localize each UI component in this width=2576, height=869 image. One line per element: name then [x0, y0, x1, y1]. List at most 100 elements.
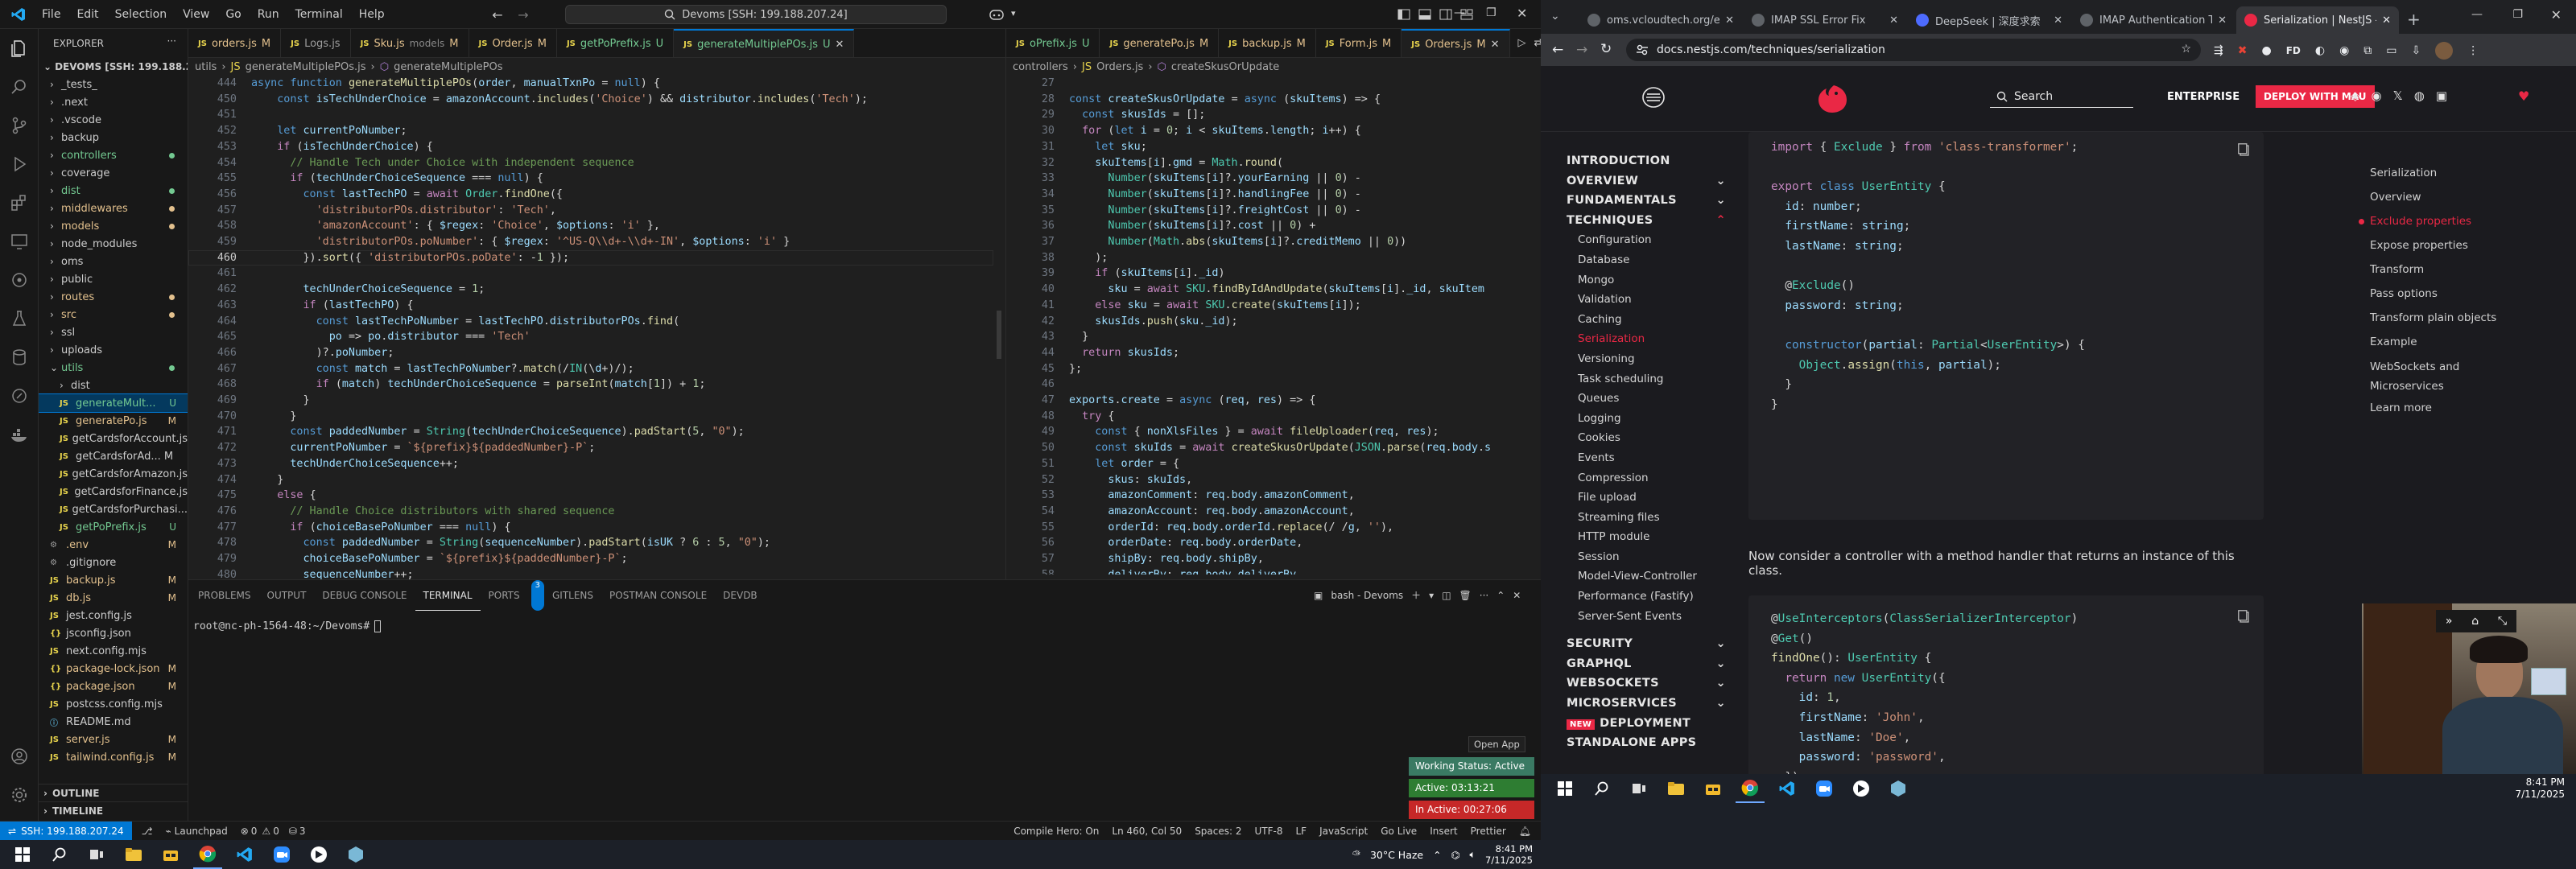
notifications-bell-icon[interactable]: 🔔︎ [1519, 826, 1531, 837]
file-item[interactable]: JS next.config.mjs [39, 642, 188, 660]
chrome-icon[interactable] [1736, 774, 1765, 803]
breadcrumb-item[interactable]: generateMultiplePOs [394, 61, 502, 73]
sidebar-icon[interactable]: ▭ [2386, 44, 2396, 57]
folder-item[interactable]: › coverage [39, 164, 188, 182]
toc-link[interactable]: Serialization [2357, 161, 2534, 185]
toc-link[interactable]: Microservices [2357, 377, 2534, 396]
cursor-position[interactable]: Ln 460, Col 50 [1112, 826, 1182, 837]
kebab-menu-icon[interactable]: ⋮ [2467, 44, 2479, 57]
chevron-down-icon[interactable]: ▾ [1011, 8, 1016, 19]
folder-item[interactable]: › _tests_ [39, 76, 188, 93]
file-item[interactable]: JS backup.js M [39, 571, 188, 589]
github-icon[interactable]: ◉ [2372, 89, 2382, 103]
docker-icon[interactable] [0, 415, 38, 454]
extensions-icon[interactable] [0, 183, 38, 222]
toggle-secondary-sidebar-icon[interactable] [1439, 8, 1452, 21]
more-actions-icon[interactable]: ··· [1480, 590, 1488, 601]
open-app-button[interactable]: Open App [1468, 736, 1525, 752]
bookmark-star-icon[interactable]: ☆ [2181, 43, 2191, 56]
file-item[interactable]: JS generatePo.js M [39, 412, 188, 430]
file-item[interactable]: JS getCardsforFinance.js [39, 483, 188, 500]
menu-help[interactable]: Help [351, 0, 393, 29]
nav-section[interactable]: OVERVIEW ⌄ [1567, 171, 1728, 192]
nav-link[interactable]: Events [1567, 448, 1728, 468]
kill-terminal-icon[interactable]: 🗑︎ [1459, 590, 1472, 601]
close-tab-icon[interactable]: ✕ [1491, 39, 1500, 51]
breadcrumb-item[interactable]: controllers [1013, 61, 1068, 73]
language-mode[interactable]: JavaScript [1319, 826, 1368, 837]
back-arrow-icon[interactable]: ← [489, 6, 506, 23]
menu-go[interactable]: Go [217, 0, 249, 29]
nestjs-logo-icon[interactable] [1816, 84, 1848, 114]
extensions-puzzle-icon[interactable]: ⧉ [2363, 44, 2372, 57]
postman-icon[interactable] [0, 377, 38, 415]
remote-explorer-icon[interactable] [0, 222, 38, 261]
run-debug-icon[interactable] [0, 145, 38, 183]
maximize-icon[interactable]: ❐ [2512, 8, 2523, 21]
nav-link[interactable]: Validation [1567, 290, 1728, 310]
browser-tab[interactable]: Serialization | NestJS - A ✕ [2236, 6, 2399, 34]
file-explorer-icon[interactable] [119, 840, 148, 869]
nav-link[interactable]: Compression [1567, 468, 1728, 488]
panel-tab-debug-console[interactable]: DEBUG CONSOLE [314, 580, 415, 611]
taskbar-clock[interactable]: 8:41 PM 7/11/2025 [2515, 776, 2576, 801]
database-icon[interactable] [0, 338, 38, 377]
file-item[interactable]: JS getPoPrefix.js U [39, 518, 188, 536]
nav-link[interactable]: Configuration [1567, 230, 1728, 250]
nav-link[interactable]: Performance (Fastify) [1567, 587, 1728, 607]
toc-link[interactable]: WebSockets and [2357, 357, 2534, 377]
panel-tab-postman-console[interactable]: POSTMAN CONSOLE [601, 580, 715, 611]
toc-link[interactable]: Example [2357, 330, 2534, 354]
editor-tab[interactable]: JS oPrefix.js U [1006, 29, 1100, 57]
new-tab-icon[interactable]: + [2407, 10, 2421, 29]
toc-link[interactable]: Transform plain objects [2357, 306, 2534, 330]
folder-item[interactable]: › .vscode [39, 111, 188, 129]
compare-icon[interactable]: ⇄ [1534, 37, 1541, 49]
heart-icon[interactable]: ♥ [2518, 89, 2529, 104]
panel-tab-terminal[interactable]: TERMINAL [415, 580, 481, 611]
file-item[interactable]: ⚙ .env M [39, 536, 188, 554]
nav-link[interactable]: Logging [1567, 409, 1728, 429]
file-explorer-icon[interactable] [1662, 774, 1690, 803]
copy-icon[interactable] [2238, 143, 2249, 156]
errors-icon[interactable]: ⊗ [241, 826, 249, 837]
close-tab-icon[interactable]: ✕ [1725, 14, 1734, 27]
folder-item[interactable]: › .next [39, 93, 188, 111]
minimize-icon[interactable]: — [2471, 8, 2483, 21]
run-icon[interactable]: ▷ [1518, 37, 1526, 49]
windows-start-icon[interactable] [1550, 774, 1579, 803]
extension-icon[interactable]: ◉ [2339, 44, 2349, 57]
file-item[interactable]: JS getCardsforPurchasi... [39, 500, 188, 518]
folder-item[interactable]: › node_modules [39, 235, 188, 253]
copilot-icon[interactable] [989, 7, 1005, 22]
hamburger-menu-icon[interactable] [1642, 87, 1665, 108]
timeline-section[interactable]: › TIMELINE [39, 801, 188, 819]
nav-section[interactable]: GRAPHQL ⌄ [1567, 654, 1728, 674]
manage-gear-icon[interactable] [0, 776, 39, 814]
menu-run[interactable]: Run [250, 0, 287, 29]
app-icon[interactable] [304, 840, 333, 869]
editor-tab[interactable]: JS Form.js M [1316, 29, 1402, 57]
insert-mode[interactable]: Insert [1430, 826, 1457, 837]
forward-arrow-icon[interactable]: → [1576, 42, 1587, 58]
folder-item[interactable]: › ssl [39, 323, 188, 341]
nav-link[interactable]: Database [1567, 250, 1728, 270]
remote-indicator[interactable]: ⇌ SSH: 199.188.207.24 [0, 821, 132, 841]
explorer-root[interactable]: ⌄ DEVOMS [SSH: 199.188.20... [39, 58, 188, 76]
enterprise-link[interactable]: ENTERPRISE [2167, 91, 2240, 103]
nav-link[interactable]: Session [1567, 547, 1728, 567]
prettier-status[interactable]: Prettier [1471, 826, 1506, 837]
taskbar-search-icon[interactable] [45, 840, 74, 869]
close-tab-icon[interactable]: ✕ [1889, 14, 1898, 27]
scrollbar[interactable] [993, 77, 1005, 528]
minimize-icon[interactable]: — [1454, 6, 1465, 19]
split-terminal-icon[interactable]: ◫ [1442, 590, 1451, 601]
close-window-icon[interactable]: ✕ [1517, 6, 1527, 21]
vscode-taskbar-icon[interactable] [230, 840, 259, 869]
app-icon[interactable] [341, 840, 370, 869]
nav-link[interactable]: File upload [1567, 488, 1728, 508]
nav-section[interactable]: FUNDAMENTALS ⌄ [1567, 191, 1728, 211]
extension-icon[interactable]: ◐ [2315, 44, 2325, 57]
file-item[interactable]: JS jest.config.js [39, 607, 188, 624]
weather-icon[interactable]: ⛅︎ [1352, 848, 1360, 861]
